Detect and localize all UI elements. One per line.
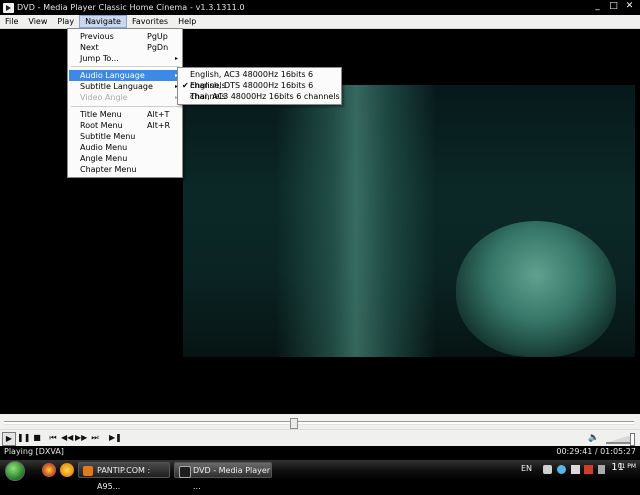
menu-file[interactable]: File <box>0 15 23 28</box>
taskbar-item-label: DVD - Media Player ... <box>193 466 271 491</box>
menu-item-label: Title Menu <box>80 110 122 119</box>
menu-item-video-angle: Video Angle ▸ <box>69 92 181 103</box>
tray-icon[interactable] <box>543 465 552 474</box>
audio-track-item[interactable]: ✔ English, DTS 48000Hz 16bits 6 channels <box>179 80 340 101</box>
window-title: DVD - Media Player Classic Home Cinema -… <box>17 3 245 12</box>
menu-item-angle-menu[interactable]: Angle Menu <box>69 153 181 164</box>
menu-item-subtitle-menu[interactable]: Subtitle Menu <box>69 131 181 142</box>
playback-toolbar: ▶ ❚❚ ■ ⏮ ◀◀ ▶▶ ⏭ ▶❚ 🔈 <box>0 429 640 447</box>
taskbar-item-pantip[interactable]: PANTIP.COM : A95... <box>78 462 170 491</box>
menu-divider <box>71 106 179 107</box>
menu-item-previous[interactable]: Previous PgUp <box>69 31 181 42</box>
window-controls: _ □ ✕ <box>591 1 636 12</box>
menu-shortcut: Alt+T <box>147 110 170 119</box>
audio-language-submenu: English, AC3 48000Hz 16bits 6 channels ✔… <box>177 67 342 105</box>
title-bar: DVD - Media Player Classic Home Cinema -… <box>0 0 640 15</box>
app-icon <box>3 2 14 13</box>
menu-item-audio-menu[interactable]: Audio Menu <box>69 142 181 153</box>
menu-shortcut: PgUp <box>147 32 168 41</box>
status-bar: Playing [DXVA] 00:29:41 / 01:05:27 <box>0 446 640 460</box>
menu-item-title-menu[interactable]: Title Menu Alt+T <box>69 109 181 120</box>
menu-item-label: Audio Language <box>80 71 145 80</box>
checkmark-icon: ✔ <box>182 81 189 90</box>
start-button[interactable] <box>5 461 25 481</box>
close-button[interactable]: ✕ <box>623 1 636 12</box>
menu-item-subtitle-language[interactable]: Subtitle Language ▸ <box>69 81 181 92</box>
fast-forward-button[interactable]: ▶▶ <box>75 432 87 444</box>
tray-network-icon[interactable] <box>557 465 566 474</box>
rewind-button[interactable]: ◀◀ <box>61 432 73 444</box>
menu-item-label: Audio Menu <box>80 143 128 152</box>
volume-icon[interactable]: 🔈 <box>588 432 600 444</box>
menu-divider <box>71 66 179 67</box>
menu-item-label: Angle Menu <box>80 154 128 163</box>
navigate-menu: Previous PgUp Next PgDn Jump To... ▸ Aud… <box>67 28 183 178</box>
taskbar-item-label: PANTIP.COM : A95... <box>97 466 151 491</box>
audio-track-label: Thai, AC3 48000Hz 16bits 6 channels <box>190 92 340 101</box>
seek-track[interactable] <box>4 421 634 425</box>
menu-item-root-menu[interactable]: Root Menu Alt+R <box>69 120 181 131</box>
menu-item-label: Subtitle Language <box>80 82 153 91</box>
media-player-icon <box>179 466 191 478</box>
video-frame-coral <box>456 221 616 357</box>
folder-icon[interactable] <box>60 463 74 477</box>
menu-item-label: Chapter Menu <box>80 165 137 174</box>
menu-item-label: Previous <box>80 32 114 41</box>
seek-bar[interactable] <box>0 414 640 429</box>
menu-navigate[interactable]: Navigate <box>79 15 127 28</box>
menu-bar: File View Play Navigate Favorites Help <box>0 15 640 29</box>
menu-item-next[interactable]: Next PgDn <box>69 42 181 53</box>
menu-item-audio-language[interactable]: Audio Language ▸ <box>69 70 181 81</box>
menu-item-label: Video Angle <box>80 93 128 102</box>
menu-play[interactable]: Play <box>52 15 79 28</box>
language-indicator[interactable]: EN <box>521 464 532 473</box>
menu-item-chapter-menu[interactable]: Chapter Menu <box>69 164 181 175</box>
previous-button[interactable]: ⏮ <box>47 432 59 444</box>
menu-shortcut: Alt+R <box>147 121 171 130</box>
menu-item-label: Root Menu <box>80 121 123 130</box>
submenu-arrow-icon: ▸ <box>174 55 178 62</box>
tray-volume-icon[interactable] <box>571 465 580 474</box>
next-button[interactable]: ⏭ <box>89 432 101 444</box>
menu-item-jump-to[interactable]: Jump To... ▸ <box>69 53 181 64</box>
taskbar: PANTIP.COM : A95... DVD - Media Player .… <box>0 460 640 491</box>
time-readout: 00:29:41 / 01:05:27 <box>556 447 636 456</box>
volume-slider-handle[interactable] <box>629 433 635 446</box>
audio-track-item[interactable]: Thai, AC3 48000Hz 16bits 6 channels <box>179 91 340 102</box>
pause-button[interactable]: ❚❚ <box>17 432 30 444</box>
tray-security-icon[interactable] <box>584 465 593 474</box>
audio-track-item[interactable]: English, AC3 48000Hz 16bits 6 channels <box>179 69 340 90</box>
menu-help[interactable]: Help <box>173 15 201 28</box>
seek-handle[interactable] <box>289 418 298 429</box>
stop-button[interactable]: ■ <box>31 432 43 444</box>
menu-item-label: Next <box>80 43 99 52</box>
taskbar-item-mpc[interactable]: DVD - Media Player ... <box>174 462 272 491</box>
firefox-icon <box>83 466 93 476</box>
menu-view[interactable]: View <box>23 15 52 28</box>
play-button[interactable]: ▶ <box>2 432 16 446</box>
menu-item-label: Jump To... <box>80 54 119 63</box>
frame-step-button[interactable]: ▶❚ <box>109 432 122 444</box>
chrome-icon[interactable] <box>42 463 56 477</box>
menu-favorites[interactable]: Favorites <box>127 15 173 28</box>
maximize-button[interactable]: □ <box>607 1 620 12</box>
tray-power-icon[interactable] <box>598 465 605 474</box>
video-frame-column <box>276 85 436 357</box>
menu-item-label: Subtitle Menu <box>80 132 136 141</box>
menu-shortcut: PgDn <box>147 43 169 52</box>
minimize-button[interactable]: _ <box>591 1 604 12</box>
clock-suffix: 01 PM <box>617 463 636 470</box>
playback-status: Playing [DXVA] <box>4 447 64 456</box>
